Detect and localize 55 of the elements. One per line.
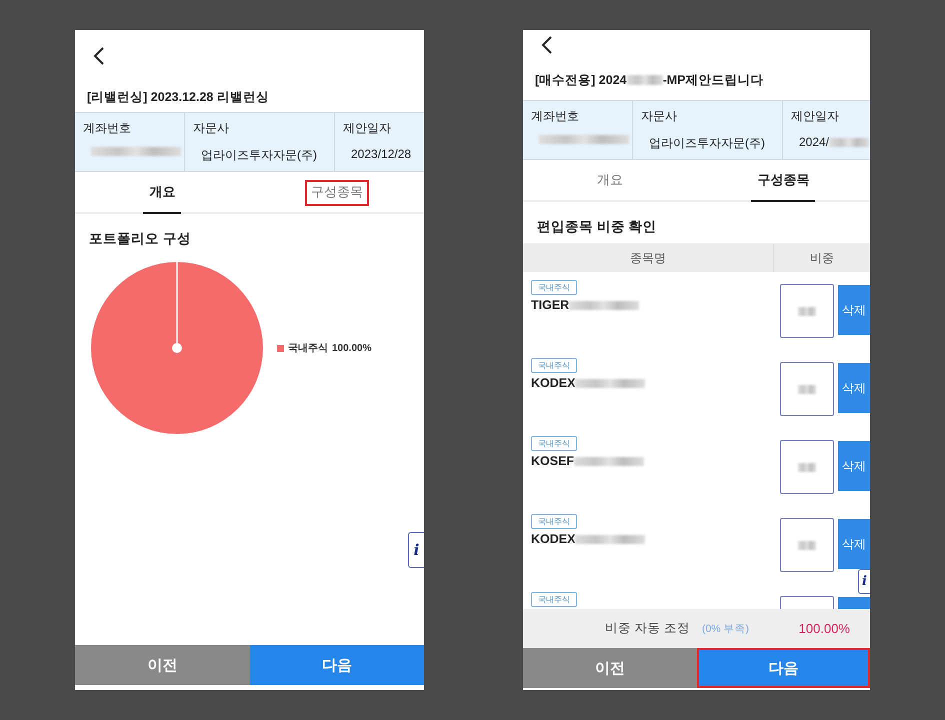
weight-field[interactable] [780, 362, 834, 416]
info-label: 제안일자 [791, 108, 840, 125]
tab[interactable]: 개요 [590, 160, 629, 202]
info-label: 자문사 [193, 120, 230, 137]
stock-name: KOSEF [531, 454, 574, 468]
blurred-text [575, 378, 646, 388]
previous-button[interactable]: 이전 [523, 648, 696, 688]
category-tag: 국내주식 [531, 436, 577, 451]
page-title: -MP제안드립니다 [662, 72, 764, 88]
tab[interactable]: 구성종목 [751, 160, 816, 202]
back-icon[interactable] [93, 47, 105, 65]
tab[interactable]: 구성종목 [296, 172, 377, 214]
category-tag: 국내주식 [531, 358, 577, 373]
legend-label: 국내주식 [288, 342, 328, 355]
info-button[interactable]: i [408, 532, 424, 568]
section-title: 포트폴리오 구성 [88, 230, 192, 248]
page-title: [매수전용] 2024 [535, 72, 627, 88]
page-title: [리밸런싱] 2023.12.28 리밸런싱 [87, 88, 269, 106]
blurred-text [574, 456, 644, 466]
previous-button[interactable]: 이전 [75, 645, 250, 685]
legend-value: 100.00% [332, 342, 372, 354]
blurred-text [575, 534, 646, 544]
weight-field[interactable] [780, 440, 834, 494]
summary-label: 비중 자동 조정 [605, 620, 690, 637]
total-weight: 100.00% [798, 621, 850, 636]
info-value: 업라이즈투자자문(주) [649, 135, 765, 152]
delete-button[interactable]: 삭제 [838, 285, 870, 335]
category-tag: 국내주식 [531, 514, 577, 529]
back-icon[interactable] [541, 36, 553, 54]
weight-field[interactable] [780, 518, 834, 572]
info-label: 계좌번호 [83, 120, 132, 137]
weight-field[interactable] [780, 284, 834, 338]
category-tag: 국내주식 [531, 280, 577, 295]
stock-name: KODEX [531, 532, 576, 546]
delete-button[interactable]: 삭제 [838, 363, 870, 413]
blurred-text [626, 75, 663, 85]
category-tag: 국내주식 [531, 592, 577, 607]
next-button[interactable]: 다음 [250, 645, 424, 685]
info-label: 제안일자 [343, 120, 392, 137]
tab[interactable]: 개요 [143, 172, 182, 214]
delete-button[interactable]: 삭제 [838, 441, 870, 491]
info-label: 계좌번호 [531, 108, 580, 125]
info-value: 2024/ [799, 135, 830, 149]
delete-button[interactable]: 삭제 [838, 519, 870, 569]
shortfall-note: (0% 부족) [702, 622, 750, 636]
next-button[interactable]: 다음 [696, 648, 870, 688]
stock-name: KODEX [531, 376, 576, 390]
column-header: 종목명 [523, 244, 774, 272]
stock-name: TIGER [531, 298, 570, 312]
info-label: 자문사 [641, 108, 678, 125]
column-header: 비중 [809, 250, 835, 266]
info-value: 업라이즈투자자문(주) [201, 147, 317, 164]
blurred-text [569, 300, 640, 310]
info-value: 2023/12/28 [351, 147, 412, 161]
info-button[interactable]: i [858, 569, 870, 594]
